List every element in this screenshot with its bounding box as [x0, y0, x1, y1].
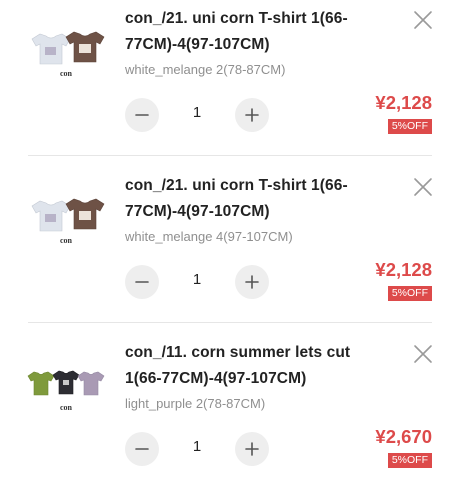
- quantity-input[interactable]: [172, 438, 222, 455]
- thumbnail-brand-text: con: [60, 403, 72, 412]
- quantity-input[interactable]: [172, 104, 222, 121]
- thumbnail-brand-text: con: [60, 236, 72, 245]
- tshirt-green-icon: [27, 371, 55, 396]
- thumbnail-brand-text: con: [60, 69, 72, 78]
- close-icon: [414, 178, 432, 196]
- close-icon: [414, 11, 432, 29]
- remove-item-button[interactable]: [412, 9, 434, 31]
- discount-badge: 5%OFF: [387, 119, 432, 134]
- remove-item-button[interactable]: [412, 343, 434, 365]
- divider: [28, 322, 432, 323]
- product-title[interactable]: con_/21. uni corn T-shirt 1(66-77CM)-4(9…: [125, 6, 387, 58]
- cart-item: con con_/11. corn summer lets cut 1(66-7…: [0, 334, 460, 501]
- product-thumbnail[interactable]: con: [26, 360, 108, 418]
- item-price: ¥2,670: [375, 426, 432, 447]
- product-thumbnail[interactable]: con: [26, 26, 108, 84]
- plus-icon: [245, 442, 259, 456]
- decrement-button[interactable]: [125, 432, 159, 466]
- discount-badge: 5%OFF: [387, 453, 432, 468]
- discount-badge: 5%OFF: [387, 286, 432, 301]
- increment-button[interactable]: [235, 265, 269, 299]
- item-price: ¥2,128: [375, 259, 432, 280]
- remove-item-button[interactable]: [412, 176, 434, 198]
- cart-item: con con_/21. uni corn T-shirt 1(66-77CM)…: [0, 167, 460, 334]
- print-graphic: [45, 214, 56, 222]
- print-graphic: [45, 47, 56, 55]
- minus-icon: [135, 114, 149, 116]
- increment-button[interactable]: [235, 432, 269, 466]
- product-variant: white_melange 4(97-107CM): [125, 229, 293, 244]
- close-icon: [414, 345, 432, 363]
- quantity-input[interactable]: [172, 271, 222, 288]
- divider: [28, 155, 432, 156]
- product-title[interactable]: con_/11. corn summer lets cut 1(66-77CM)…: [125, 340, 387, 392]
- decrement-button[interactable]: [125, 265, 159, 299]
- increment-button[interactable]: [235, 98, 269, 132]
- tshirt-purple-icon: [77, 371, 105, 396]
- plus-icon: [245, 275, 259, 289]
- product-title[interactable]: con_/21. uni corn T-shirt 1(66-77CM)-4(9…: [125, 173, 387, 225]
- product-variant: light_purple 2(78-87CM): [125, 396, 266, 411]
- minus-icon: [135, 448, 149, 450]
- print-graphic: [79, 211, 91, 220]
- item-price: ¥2,128: [375, 92, 432, 113]
- product-variant: white_melange 2(78-87CM): [125, 62, 286, 77]
- cart-item: con con_/21. uni corn T-shirt 1(66-77CM)…: [0, 0, 460, 167]
- minus-icon: [135, 281, 149, 283]
- product-thumbnail[interactable]: con: [26, 193, 108, 251]
- print-graphic: [79, 44, 91, 53]
- plus-icon: [245, 108, 259, 122]
- decrement-button[interactable]: [125, 98, 159, 132]
- print-graphic: [63, 380, 69, 385]
